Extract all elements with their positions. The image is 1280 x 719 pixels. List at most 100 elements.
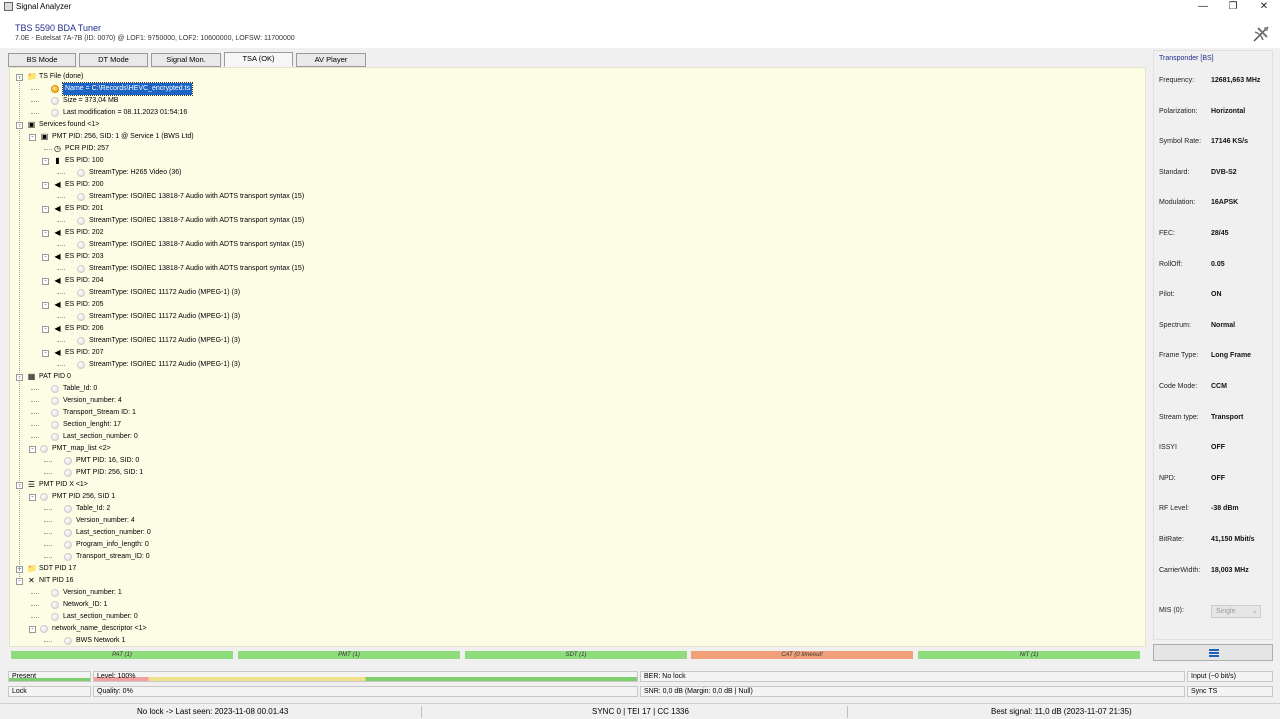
tree-connector: [44, 149, 52, 150]
collapse-icon[interactable]: -: [42, 254, 49, 261]
tree-node[interactable]: - ☰ PMT PID X <1>: [10, 479, 1140, 491]
transponder-header: Transponder [BS]: [1159, 55, 1214, 62]
tree-node[interactable]: Table_Id: 2: [10, 503, 1140, 515]
tree-node-label: StreamType: ISO/IEC 13818-7 Audio with A…: [89, 241, 305, 248]
tree-node[interactable]: StreamType: ISO/IEC 13818-7 Audio with A…: [10, 239, 1140, 251]
transponder-label: Frame Type:: [1159, 352, 1199, 360]
tree-node-label: PAT PID 0: [39, 373, 71, 380]
tree-node[interactable]: PMT PID: 256, SID: 1: [10, 467, 1140, 479]
tree-node[interactable]: Table_Id: 0: [10, 383, 1140, 395]
tree-node[interactable]: - ▣ Services found <1>: [10, 119, 1140, 131]
tree-node[interactable]: - ◀ ES PID: 204: [10, 275, 1140, 287]
collapse-icon[interactable]: -: [42, 206, 49, 213]
collapse-icon[interactable]: -: [42, 326, 49, 333]
collapse-icon[interactable]: -: [42, 302, 49, 309]
tree-node[interactable]: Last_section_number: 0: [10, 527, 1140, 539]
tree-node[interactable]: StreamType: ISO/IEC 11172 Audio (MPEG-1)…: [10, 287, 1140, 299]
tree-node[interactable]: Version_number: 1: [10, 587, 1140, 599]
tree-node[interactable]: PMT PID: 16, SID: 0: [10, 455, 1140, 467]
panel-toggle-button[interactable]: [1153, 644, 1273, 661]
tree-node[interactable]: - ◀ ES PID: 207: [10, 347, 1140, 359]
tree-node[interactable]: - ◀ ES PID: 201: [10, 203, 1140, 215]
transponder-panel: Transponder [BS] MIS (0): Single ⌄ Frequ…: [1153, 50, 1273, 640]
tree-node[interactable]: - ▣ PMT PID: 256, SID: 1 @ Service 1 (BWS …: [10, 131, 1140, 143]
tree-node[interactable]: Version_number: 4: [10, 395, 1140, 407]
speaker-icon: ◀: [54, 228, 61, 237]
collapse-icon[interactable]: -: [42, 278, 49, 285]
collapse-icon[interactable]: -: [29, 494, 36, 501]
tree-node[interactable]: Name = C:\Records\HEVC_encrypted.ts: [10, 82, 1140, 96]
folder-icon: 📁: [27, 564, 37, 573]
maximize-button[interactable]: ❐: [1226, 1, 1240, 13]
tree-node[interactable]: Last_section_number: 0: [10, 431, 1140, 443]
tab-tsa[interactable]: TSA (OK): [224, 52, 293, 67]
lock-label: Lock: [12, 688, 27, 695]
level-label: Level: 100%: [97, 673, 136, 680]
tree-connector: [31, 113, 39, 114]
tree-node[interactable]: - ✕ NIT PID 16: [10, 575, 1140, 587]
node-bullet-icon: [77, 169, 85, 177]
tree-node[interactable]: - ◀ ES PID: 206: [10, 323, 1140, 335]
tab-bs-mode[interactable]: BS Mode: [8, 53, 76, 67]
tree-node[interactable]: - ◀ ES PID: 200: [10, 179, 1140, 191]
tree-connector: [57, 173, 65, 174]
collapse-icon[interactable]: -: [42, 182, 49, 189]
folder-icon: 📁: [27, 72, 37, 81]
pid-status-bar: NIT (1): [918, 651, 1140, 659]
tree-node[interactable]: Size = 373,04 MB: [10, 95, 1140, 107]
tree-node[interactable]: StreamType: ISO/IEC 11172 Audio (MPEG-1)…: [10, 335, 1140, 347]
tree-node[interactable]: - ◀ ES PID: 203: [10, 251, 1140, 263]
tree-node-label: network_name_descriptor <1>: [52, 625, 147, 632]
collapse-icon[interactable]: -: [29, 446, 36, 453]
collapse-icon[interactable]: -: [42, 158, 49, 165]
tree-node[interactable]: - PMT PID 256, SID 1: [10, 491, 1140, 503]
ts-analysis-tree[interactable]: - 📁 TS File (done) Name = C:\Records\HEVC_e…: [9, 67, 1146, 647]
satellite-icon: ✕: [28, 576, 35, 585]
minimize-button[interactable]: —: [1196, 1, 1210, 13]
tree-node[interactable]: Transport_Stream ID: 1: [10, 407, 1140, 419]
tree-node[interactable]: - ▦ PAT PID 0: [10, 371, 1140, 383]
tree-node[interactable]: - ◀ ES PID: 205: [10, 299, 1140, 311]
tree-node[interactable]: Transport_stream_ID: 0: [10, 551, 1140, 563]
tree-node[interactable]: Last_section_number: 0: [10, 611, 1140, 623]
tab-av-player[interactable]: AV Player: [296, 53, 366, 67]
tree-node[interactable]: Network_ID: 1: [10, 599, 1140, 611]
close-button[interactable]: ✕: [1257, 1, 1271, 13]
tree-node[interactable]: StreamType: ISO/IEC 13818-7 Audio with A…: [10, 215, 1140, 227]
tree-node[interactable]: - 📁 TS File (done): [10, 71, 1140, 83]
tree-connector: [19, 77, 20, 581]
tree-node[interactable]: Last modification = 08.11.2023 01:54:16: [10, 107, 1140, 119]
tree-node[interactable]: StreamType: ISO/IEC 13818-7 Audio with A…: [10, 263, 1140, 275]
tree-node[interactable]: StreamType: H265 Video (36): [10, 167, 1140, 179]
tree-connector: [57, 221, 65, 222]
collapse-icon[interactable]: -: [29, 626, 36, 633]
collapse-icon[interactable]: -: [42, 350, 49, 357]
tree-node[interactable]: - ◀ ES PID: 202: [10, 227, 1140, 239]
tree-node[interactable]: Version_number: 4: [10, 515, 1140, 527]
tree-node-label: StreamType: ISO/IEC 11172 Audio (MPEG-1)…: [89, 313, 241, 320]
tree-node-label: ES PID: 200: [65, 181, 104, 188]
tab-signal-mon[interactable]: Signal Mon.: [151, 53, 221, 67]
list-icon: ☰: [27, 480, 36, 489]
tree-node[interactable]: BWS Network 1: [10, 635, 1140, 646]
tree-node[interactable]: Program_info_length: 0: [10, 539, 1140, 551]
tree-node[interactable]: StreamType: ISO/IEC 13818-7 Audio with A…: [10, 191, 1140, 203]
tree-connector: [31, 605, 39, 606]
collapse-icon[interactable]: -: [29, 134, 36, 141]
tree-node-label: StreamType: ISO/IEC 13818-7 Audio with A…: [89, 217, 305, 224]
collapse-icon[interactable]: -: [42, 230, 49, 237]
tv-icon: ▣: [27, 120, 36, 129]
tree-node[interactable]: StreamType: ISO/IEC 11172 Audio (MPEG-1)…: [10, 311, 1140, 323]
tree-node[interactable]: - network_name_descriptor <1>: [10, 623, 1140, 635]
tree-node[interactable]: Section_lenght: 17: [10, 419, 1140, 431]
tab-dt-mode[interactable]: DT Mode: [79, 53, 148, 67]
tree-node[interactable]: - ▮ ES PID: 100: [10, 155, 1140, 167]
speaker-icon: ◀: [54, 180, 61, 189]
tree-node[interactable]: StreamType: ISO/IEC 11172 Audio (MPEG-1)…: [10, 359, 1140, 371]
transponder-label: Modulation:: [1159, 199, 1196, 207]
tree-node[interactable]: + 📁 SDT PID 17: [10, 563, 1140, 575]
mis-label: MIS (0):: [1159, 607, 1184, 614]
mis-select[interactable]: Single ⌄: [1211, 605, 1261, 618]
tree-node[interactable]: - PMT_map_list <2>: [10, 443, 1140, 455]
tree-node[interactable]: ◷ PCR PID: 257: [10, 143, 1140, 155]
